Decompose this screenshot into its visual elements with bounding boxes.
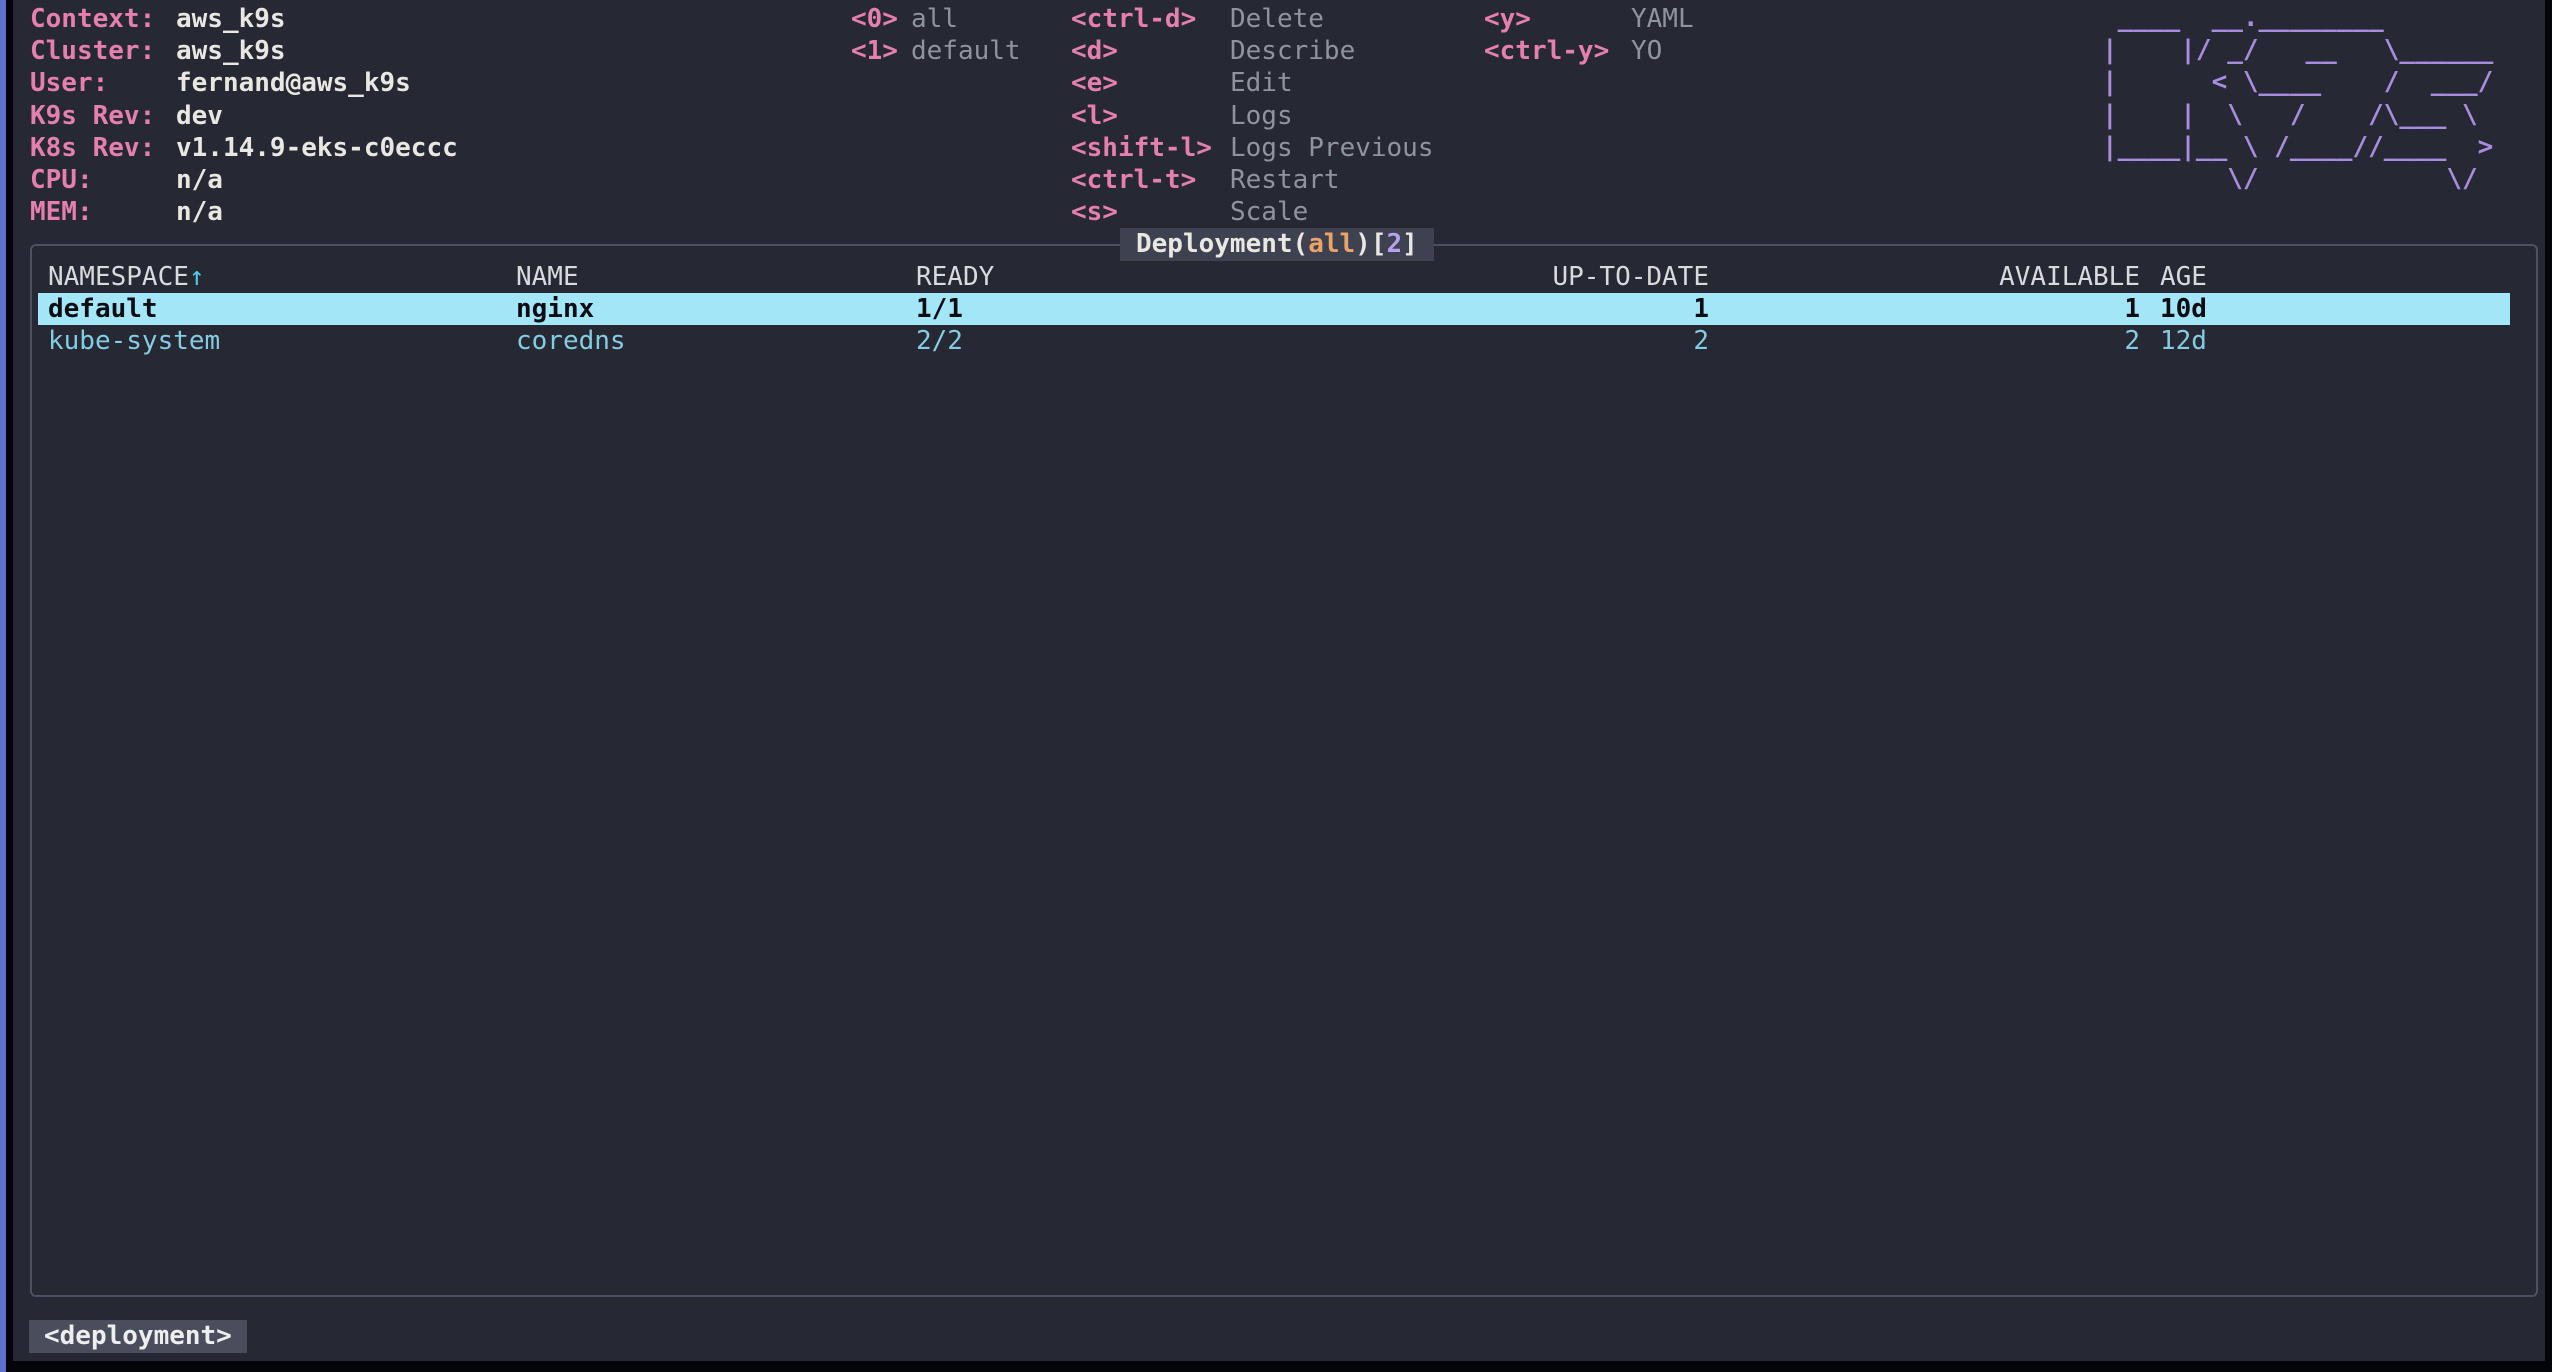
column-header-up-to-date[interactable]: UP-TO-DATE <box>1400 261 1709 293</box>
hotkeys-yaml: <y>YAML <ctrl-y>YO <box>1484 3 1694 67</box>
cpu-value: n/a <box>176 165 223 195</box>
panel-title-kind: Deployment <box>1136 229 1293 259</box>
hotkey-logs-previous-key: <shift-l> <box>1071 132 1230 164</box>
hotkey-yo: <ctrl-y>YO <box>1484 35 1694 67</box>
hotkey-default: <1>default <box>851 35 1021 67</box>
hotkeys-namespaces: <0>all <1>default <box>851 3 1021 67</box>
hotkey-delete-key: <ctrl-d> <box>1071 3 1230 35</box>
hotkey-yaml: <y>YAML <box>1484 3 1694 35</box>
table-row-nginx-selected[interactable]: default nginx 1/1 1 1 10d <box>38 293 2510 325</box>
k9s-rev-value: dev <box>176 101 223 131</box>
k9s-rev-row: K9s Rev:dev <box>30 100 458 132</box>
cell-age: 10d <box>2160 293 2207 325</box>
user-label: User: <box>30 67 176 99</box>
hotkey-all-key: <0> <box>851 3 911 35</box>
user-row: User:fernand@aws_k9s <box>30 67 458 99</box>
column-header-name[interactable]: NAME <box>516 261 579 293</box>
cell-namespace: kube-system <box>48 325 220 357</box>
cell-ready: 2/2 <box>916 325 963 357</box>
panel-title-paren-close: ) <box>1355 229 1371 259</box>
hotkey-restart-key: <ctrl-t> <box>1071 164 1230 196</box>
column-header-namespace[interactable]: NAMESPACE↑ <box>48 261 205 293</box>
hotkey-default-key: <1> <box>851 35 911 67</box>
cpu-label: CPU: <box>30 164 176 196</box>
context-value: aws_k9s <box>176 4 286 34</box>
hotkey-edit-key: <e> <box>1071 67 1230 99</box>
table-header-row: NAMESPACE↑ NAME READY UP-TO-DATE AVAILAB… <box>38 261 2510 293</box>
panel-title-scope: all <box>1308 229 1355 259</box>
cell-namespace: default <box>48 293 158 325</box>
cell-up-to-date: 1 <box>1400 293 1709 325</box>
hotkey-delete: <ctrl-d>Delete <box>1071 3 1434 35</box>
hotkey-restart-label: Restart <box>1230 165 1340 195</box>
hotkey-logs-label: Logs <box>1230 101 1293 131</box>
breadcrumb-deployment[interactable]: <deployment> <box>29 1320 247 1353</box>
mem-value: n/a <box>176 197 223 227</box>
cell-name: nginx <box>516 293 594 325</box>
hotkey-describe-key: <d> <box>1071 35 1230 67</box>
panel-title-bracket-close: ] <box>1402 229 1418 259</box>
k8s-rev-value: v1.14.9-eks-c0eccc <box>176 133 458 163</box>
panel-title: Deployment(all)[2] <box>1120 228 1434 261</box>
hotkey-scale: <s>Scale <box>1071 196 1434 228</box>
k8s-rev-row: K8s Rev:v1.14.9-eks-c0eccc <box>30 132 458 164</box>
cluster-info: Context:aws_k9s Cluster:aws_k9s User:fer… <box>30 3 458 228</box>
hotkey-edit: <e>Edit <box>1071 67 1434 99</box>
hotkey-restart: <ctrl-t>Restart <box>1071 164 1434 196</box>
hotkey-edit-label: Edit <box>1230 68 1293 98</box>
cell-up-to-date: 2 <box>1400 325 1709 357</box>
mem-label: MEM: <box>30 196 176 228</box>
hotkey-scale-label: Scale <box>1230 197 1308 227</box>
k9s-rev-label: K9s Rev: <box>30 100 176 132</box>
hotkey-yo-label: YO <box>1631 36 1662 66</box>
cell-ready: 1/1 <box>916 293 963 325</box>
hotkey-describe-label: Describe <box>1230 36 1355 66</box>
cell-age: 12d <box>2160 325 2207 357</box>
column-header-ready[interactable]: READY <box>916 261 994 293</box>
context-label: Context: <box>30 3 176 35</box>
column-header-age[interactable]: AGE <box>2160 261 2207 293</box>
cell-name: coredns <box>516 325 626 357</box>
column-header-namespace-label: NAMESPACE <box>48 262 189 292</box>
hotkey-all-label: all <box>911 4 958 34</box>
cpu-row: CPU:n/a <box>30 164 458 196</box>
panel-title-count: 2 <box>1386 229 1402 259</box>
window-accent-bar <box>0 0 6 1372</box>
column-header-available[interactable]: AVAILABLE <box>1850 261 2140 293</box>
k9s-screen: Context:aws_k9s Cluster:aws_k9s User:fer… <box>0 0 2552 1372</box>
table-row-coredns[interactable]: kube-system coredns 2/2 2 2 12d <box>38 325 2510 357</box>
hotkey-yaml-label: YAML <box>1631 4 1694 34</box>
cluster-row: Cluster:aws_k9s <box>30 35 458 67</box>
mem-row: MEM:n/a <box>30 196 458 228</box>
hotkey-logs-previous: <shift-l>Logs Previous <box>1071 132 1434 164</box>
hotkey-logs: <l>Logs <box>1071 100 1434 132</box>
k8s-rev-label: K8s Rev: <box>30 132 176 164</box>
sort-ascending-icon: ↑ <box>189 262 205 292</box>
context-row: Context:aws_k9s <box>30 3 458 35</box>
resource-panel-border <box>30 244 2538 1297</box>
panel-title-bracket-open: [ <box>1371 229 1387 259</box>
cluster-value: aws_k9s <box>176 36 286 66</box>
cell-available: 2 <box>1850 325 2140 357</box>
hotkey-logs-key: <l> <box>1071 100 1230 132</box>
hotkey-yo-key: <ctrl-y> <box>1484 35 1631 67</box>
cluster-label: Cluster: <box>30 35 176 67</box>
hotkey-scale-key: <s> <box>1071 196 1230 228</box>
k9s-logo-icon: ____ __.________ | |/ _/ __ \______ | < … <box>2102 2 2493 195</box>
hotkey-logs-previous-label: Logs Previous <box>1230 133 1434 163</box>
hotkey-delete-label: Delete <box>1230 4 1324 34</box>
user-value: fernand@aws_k9s <box>176 68 411 98</box>
hotkey-yaml-key: <y> <box>1484 3 1631 35</box>
cell-available: 1 <box>1850 293 2140 325</box>
hotkey-all: <0>all <box>851 3 1021 35</box>
hotkeys-actions: <ctrl-d>Delete <d>Describe <e>Edit <l>Lo… <box>1071 3 1434 228</box>
panel-title-paren-open: ( <box>1293 229 1309 259</box>
hotkey-default-label: default <box>911 36 1021 66</box>
hotkey-describe: <d>Describe <box>1071 35 1434 67</box>
